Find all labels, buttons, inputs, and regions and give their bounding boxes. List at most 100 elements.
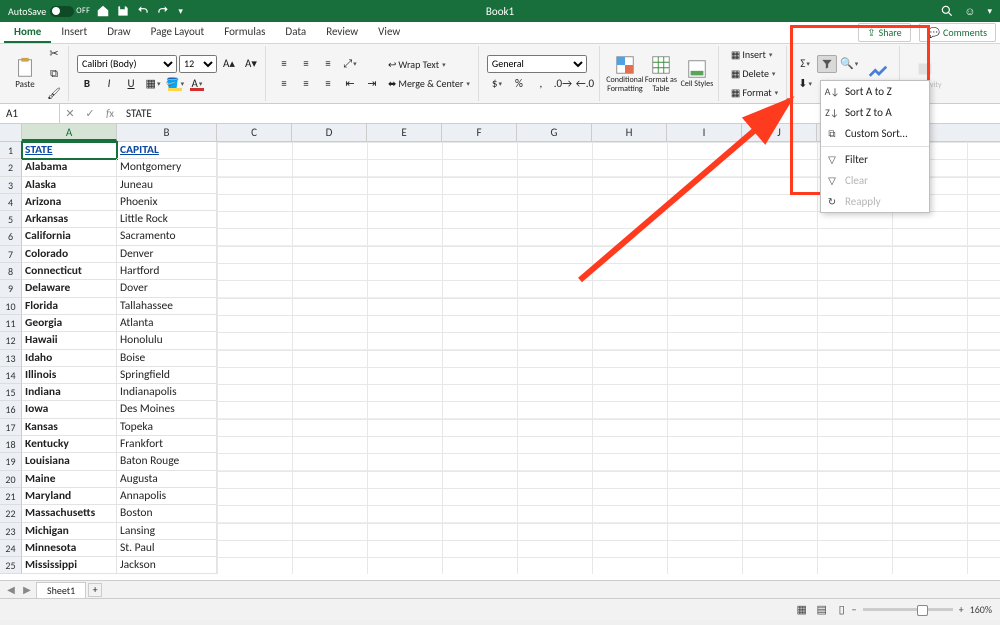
paste-button[interactable]: Paste: [8, 46, 42, 101]
cell[interactable]: Colorado: [22, 246, 117, 263]
cell[interactable]: Arkansas: [22, 211, 117, 228]
zoom-control[interactable]: − + 160%: [852, 603, 992, 616]
home-icon[interactable]: [96, 4, 110, 18]
fill-color-icon[interactable]: 🪣: [165, 75, 185, 93]
user-icon[interactable]: ☺: [964, 5, 975, 18]
empty-cells[interactable]: [217, 350, 1000, 367]
cell[interactable]: Des Moines: [117, 401, 217, 418]
number-format-select[interactable]: General: [487, 55, 587, 73]
cell[interactable]: Hawaii: [22, 332, 117, 349]
align-right-icon[interactable]: ≡: [318, 75, 338, 93]
sheet-tab[interactable]: Sheet1: [36, 582, 86, 598]
user-menu-caret-icon[interactable]: ▾: [985, 6, 992, 17]
cell[interactable]: Idaho: [22, 350, 117, 367]
cell[interactable]: Topeka: [117, 419, 217, 436]
format-painter-icon[interactable]: 🖌: [44, 85, 64, 103]
align-left-icon[interactable]: ≡: [274, 75, 294, 93]
empty-cells[interactable]: [217, 523, 1000, 540]
bold-button[interactable]: B: [77, 75, 97, 93]
row-header[interactable]: 6: [0, 228, 22, 245]
row-header[interactable]: 19: [0, 453, 22, 470]
align-bottom-icon[interactable]: ≡: [318, 55, 338, 73]
row-header[interactable]: 3: [0, 177, 22, 194]
tab-review[interactable]: Review: [316, 22, 368, 43]
cell[interactable]: Phoenix: [117, 194, 217, 211]
row-header[interactable]: 7: [0, 246, 22, 263]
row-header[interactable]: 24: [0, 540, 22, 557]
column-header[interactable]: A: [22, 124, 117, 141]
row-header[interactable]: 20: [0, 471, 22, 488]
comments-button[interactable]: 💬 Comments: [919, 23, 996, 42]
cell[interactable]: Jackson: [117, 557, 217, 574]
cell[interactable]: Dover: [117, 280, 217, 297]
currency-icon[interactable]: $: [487, 75, 507, 93]
font-size-select[interactable]: 12: [179, 55, 217, 73]
cell[interactable]: Delaware: [22, 280, 117, 297]
column-header[interactable]: E: [367, 124, 442, 141]
cell[interactable]: Alabama: [22, 159, 117, 176]
cell[interactable]: Sacramento: [117, 228, 217, 245]
zoom-out-icon[interactable]: −: [852, 603, 857, 616]
row-header[interactable]: 4: [0, 194, 22, 211]
empty-cells[interactable]: [217, 332, 1000, 349]
cell[interactable]: Juneau: [117, 177, 217, 194]
tab-view[interactable]: View: [368, 22, 410, 43]
cell[interactable]: Michigan: [22, 523, 117, 540]
empty-cells[interactable]: [217, 471, 1000, 488]
font-name-select[interactable]: Calibri (Body): [77, 55, 177, 73]
insert-cells-button[interactable]: ▦Insert: [727, 46, 782, 63]
empty-cells[interactable]: [217, 453, 1000, 470]
cell[interactable]: Arizona: [22, 194, 117, 211]
merge-center-button[interactable]: ⬌Merge & Center: [384, 75, 474, 92]
tab-home[interactable]: Home: [4, 22, 51, 43]
cell[interactable]: Frankfort: [117, 436, 217, 453]
sort-za-item[interactable]: Z↓Sort Z to A: [821, 102, 929, 123]
autosum-icon[interactable]: Σ: [795, 55, 815, 73]
cell[interactable]: Augusta: [117, 471, 217, 488]
row-header[interactable]: 10: [0, 298, 22, 315]
empty-cells[interactable]: [217, 315, 1000, 332]
zoom-in-icon[interactable]: +: [959, 603, 964, 616]
underline-button[interactable]: U: [121, 75, 141, 93]
copy-icon[interactable]: ⧉: [44, 65, 64, 83]
empty-cells[interactable]: [217, 367, 1000, 384]
search-icon[interactable]: [940, 4, 954, 18]
empty-cells[interactable]: [217, 557, 1000, 574]
row-header[interactable]: 16: [0, 401, 22, 418]
cut-icon[interactable]: ✂: [44, 45, 64, 63]
cell[interactable]: Iowa: [22, 401, 117, 418]
wrap-text-button[interactable]: ↩Wrap Text: [384, 56, 474, 73]
row-header[interactable]: 23: [0, 523, 22, 540]
row-header[interactable]: 25: [0, 557, 22, 574]
cell[interactable]: Kentucky: [22, 436, 117, 453]
cell[interactable]: Honolulu: [117, 332, 217, 349]
sort-az-item[interactable]: A↓Sort A to Z: [821, 81, 929, 102]
row-header[interactable]: 15: [0, 384, 22, 401]
decrease-font-icon[interactable]: A▾: [241, 55, 261, 73]
row-header[interactable]: 14: [0, 367, 22, 384]
cell[interactable]: Massachusetts: [22, 505, 117, 522]
row-header[interactable]: 8: [0, 263, 22, 280]
autosave-toggle[interactable]: AutoSave OFF: [8, 5, 90, 18]
row-header[interactable]: 12: [0, 332, 22, 349]
row-header[interactable]: 5: [0, 211, 22, 228]
sheet-prev-icon[interactable]: ◀: [4, 583, 18, 596]
row-header[interactable]: 11: [0, 315, 22, 332]
normal-view-icon[interactable]: ▦: [792, 601, 812, 619]
sheet-next-icon[interactable]: ▶: [20, 583, 34, 596]
empty-cells[interactable]: [217, 384, 1000, 401]
save-icon[interactable]: [116, 4, 130, 18]
cell[interactable]: Louisiana: [22, 453, 117, 470]
fx-icon[interactable]: fx: [100, 107, 120, 120]
tab-data[interactable]: Data: [275, 22, 316, 43]
cancel-icon[interactable]: ✕: [60, 107, 80, 120]
orientation-icon[interactable]: ⤢: [340, 55, 360, 73]
custom-sort-item[interactable]: ⧉Custom Sort…: [821, 123, 929, 144]
align-center-icon[interactable]: ≡: [296, 75, 316, 93]
cell[interactable]: Montgomery: [117, 159, 217, 176]
cell[interactable]: California: [22, 228, 117, 245]
empty-cells[interactable]: [217, 419, 1000, 436]
cell[interactable]: Baton Rouge: [117, 453, 217, 470]
tab-formulas[interactable]: Formulas: [214, 22, 275, 43]
font-color-icon[interactable]: A: [187, 75, 207, 93]
